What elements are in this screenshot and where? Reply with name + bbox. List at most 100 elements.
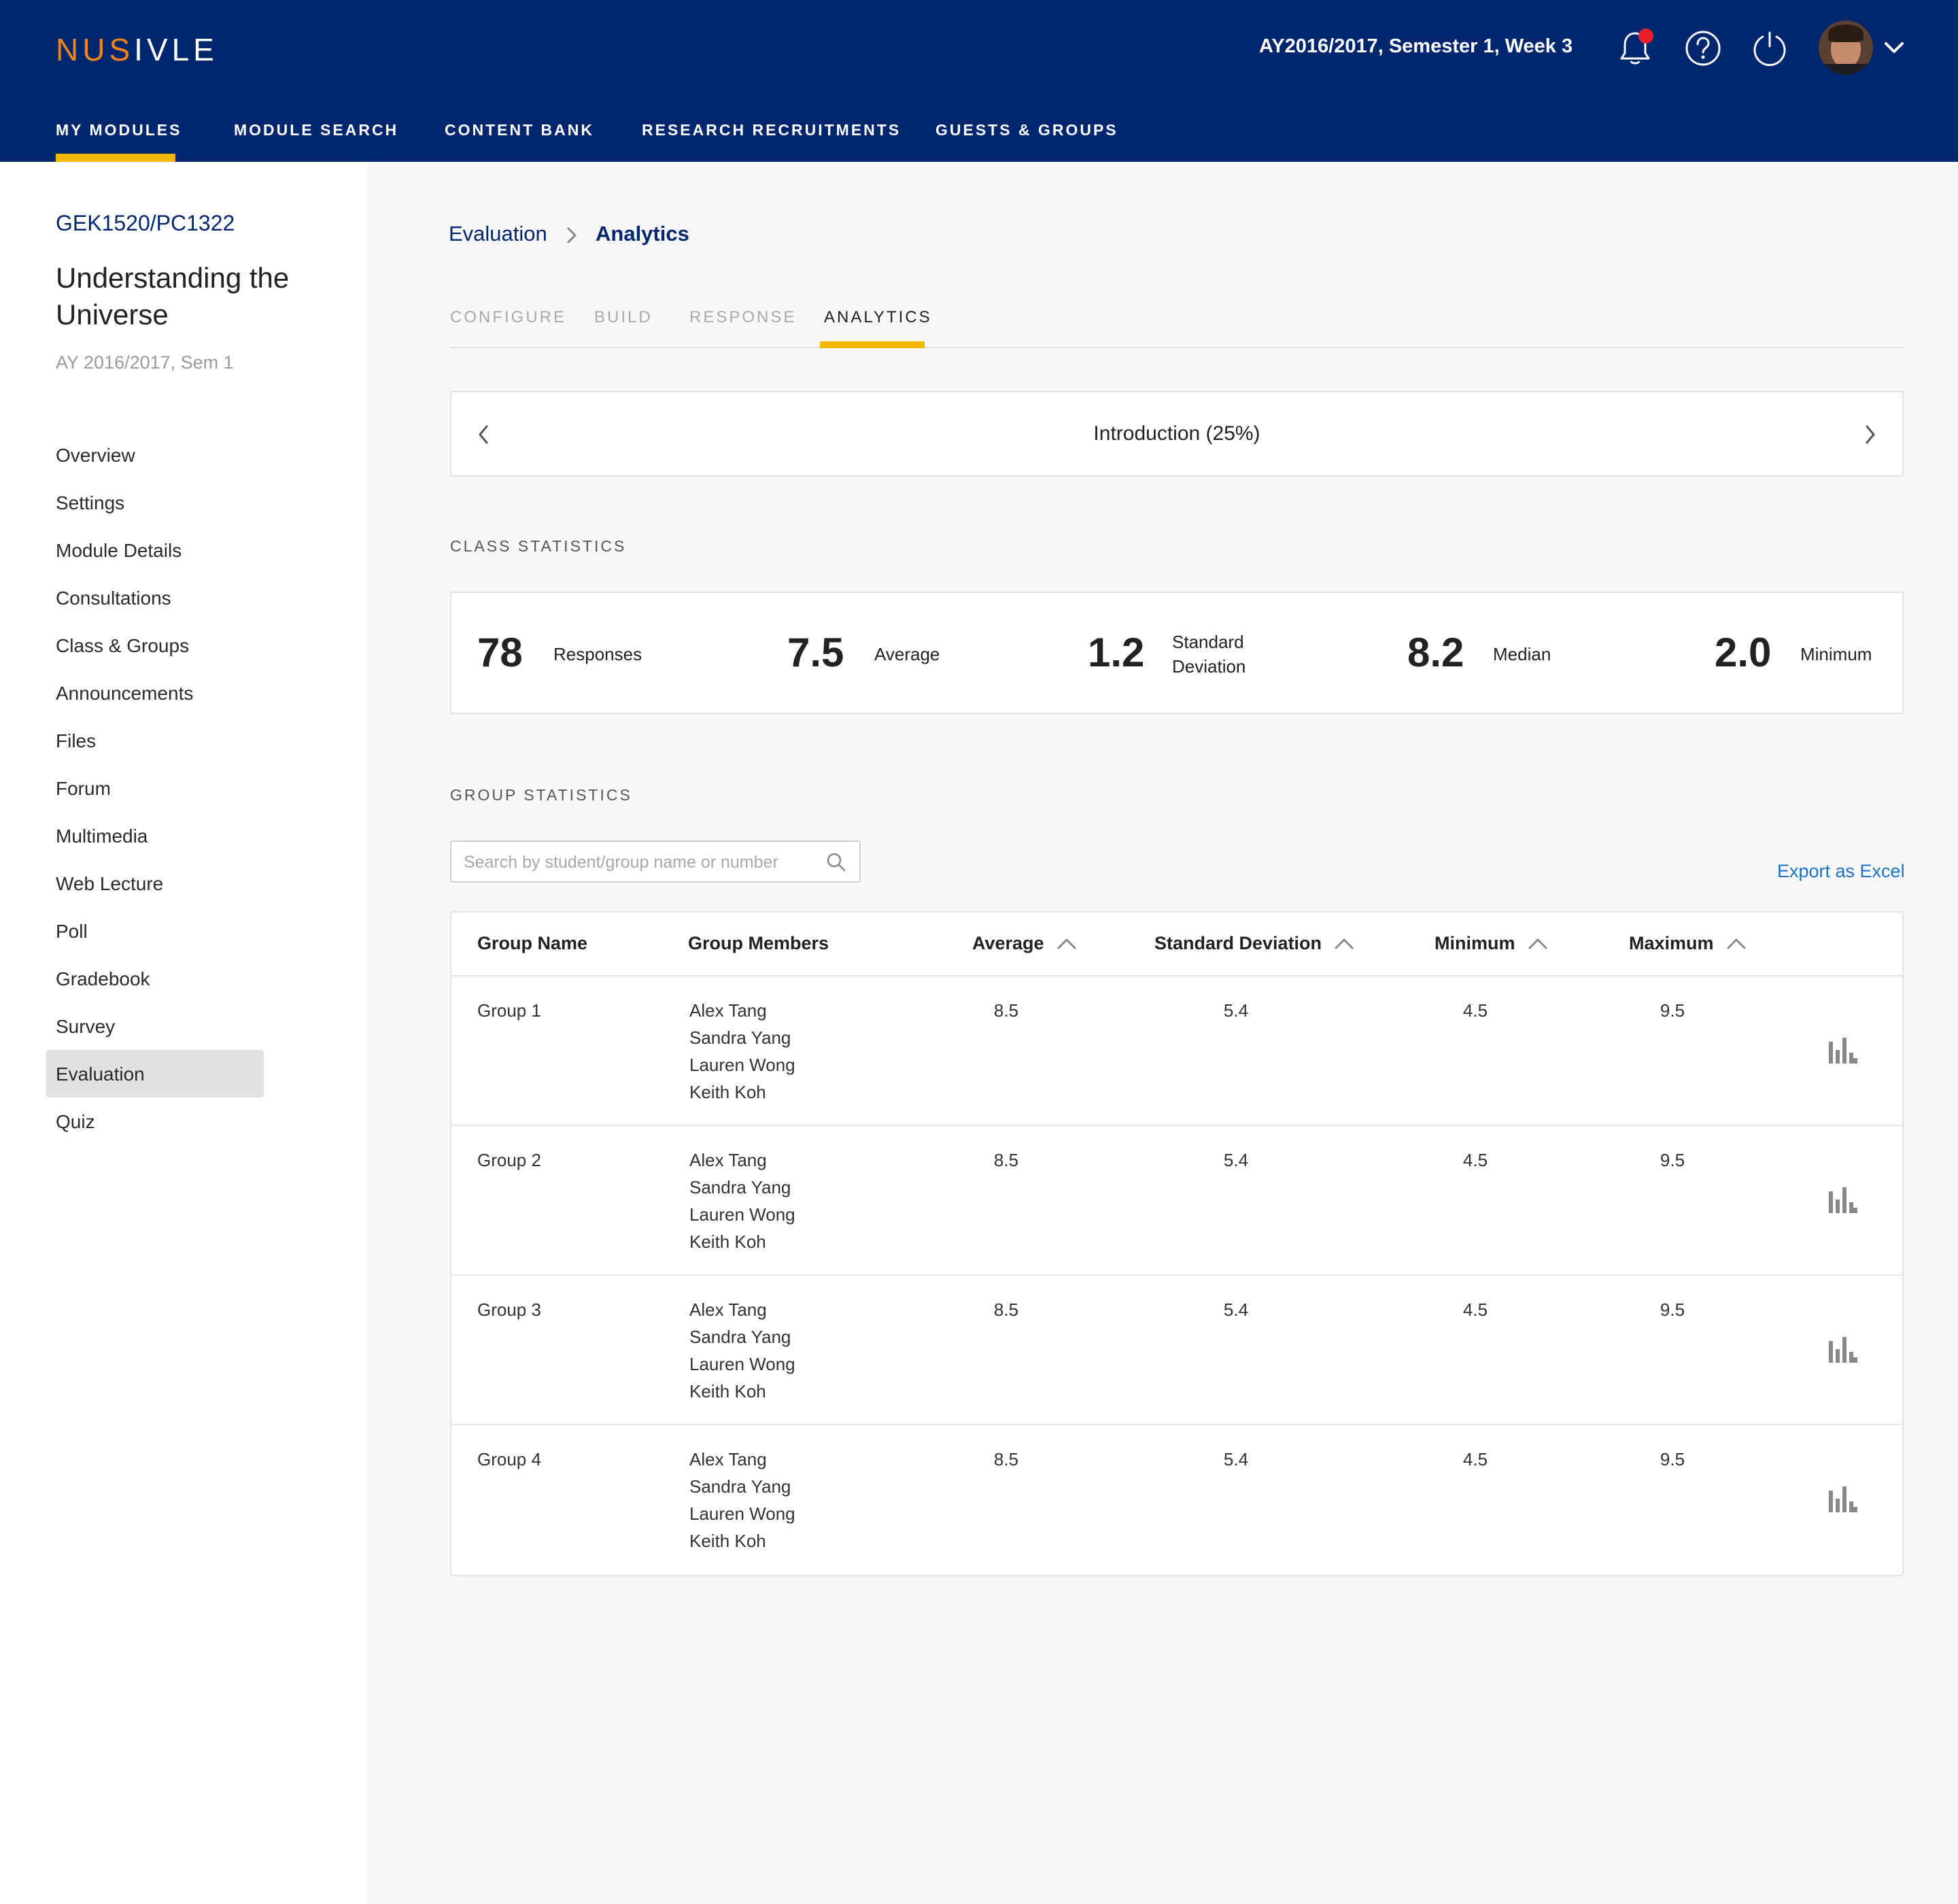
- column-minimum[interactable]: Minimum: [1435, 933, 1548, 954]
- column-standard-deviation-label: Standard Deviation: [1154, 933, 1322, 953]
- logo-ivle: IVLE: [134, 32, 218, 67]
- account-menu-toggle[interactable]: [1883, 37, 1905, 62]
- section-title: Introduction (25%): [1093, 422, 1260, 445]
- chevron-down-icon: [1885, 42, 1904, 53]
- group-search: [450, 840, 861, 883]
- tab-response[interactable]: RESPONSE: [689, 308, 796, 327]
- logout-button[interactable]: [1746, 24, 1793, 72]
- sidebar-item-forum[interactable]: Forum: [56, 778, 111, 800]
- logo-nus: NUS: [56, 32, 135, 67]
- column-average[interactable]: Average: [972, 933, 1077, 954]
- group-std: 5.4: [1223, 1299, 1249, 1320]
- member-name: Lauren Wong: [689, 1354, 795, 1374]
- bar-chart-icon: [1829, 1486, 1857, 1512]
- group-min: 4.5: [1462, 1449, 1488, 1469]
- power-icon: [1753, 31, 1786, 67]
- term-label: AY2016/2017, Semester 1, Week 3: [1259, 35, 1573, 57]
- avatar[interactable]: [1819, 20, 1873, 75]
- tabs-divider: [450, 347, 1904, 348]
- member-name: Alex Tang: [689, 1449, 767, 1469]
- stat-minimum-label: Minimum: [1800, 644, 1872, 664]
- sidebar-item-module-details[interactable]: Module Details: [56, 540, 182, 562]
- group-statistics-table: Group Name Group Members Average Standar…: [450, 911, 1904, 1576]
- column-group-members-label: Group Members: [688, 933, 829, 953]
- tab-configure[interactable]: CONFIGURE: [450, 308, 566, 327]
- class-statistics-heading: CLASS STATISTICS: [450, 537, 627, 555]
- bar-chart-icon: [1829, 1038, 1857, 1064]
- avatar-shirt: [1819, 64, 1873, 75]
- column-maximum[interactable]: Maximum: [1629, 933, 1747, 954]
- column-average-label: Average: [972, 933, 1044, 953]
- group-search-input[interactable]: [464, 850, 817, 874]
- nav-my-modules[interactable]: MY MODULES: [56, 121, 182, 139]
- nav-guests-groups[interactable]: GUESTS & GROUPS: [935, 121, 1118, 139]
- module-semester: AY 2016/2017, Sem 1: [56, 352, 234, 373]
- sidebar-item-consultations[interactable]: Consultations: [56, 588, 171, 609]
- group-statistics-heading: GROUP STATISTICS: [450, 786, 632, 804]
- stat-minimum-value: 2.0: [1715, 630, 1772, 675]
- view-chart-button[interactable]: [1827, 1486, 1857, 1517]
- member-name: Keith Koh: [689, 1082, 766, 1102]
- group-average: 8.5: [993, 1449, 1019, 1469]
- stat-responses-value: 78: [477, 630, 523, 675]
- search-icon[interactable]: [825, 851, 847, 877]
- sidebar-item-class-groups[interactable]: Class & Groups: [56, 635, 189, 657]
- tab-analytics[interactable]: ANALYTICS: [824, 308, 932, 327]
- notifications-button[interactable]: [1611, 24, 1659, 72]
- sort-asc-icon: [1727, 938, 1746, 949]
- sidebar-item-evaluation[interactable]: Evaluation: [56, 1064, 145, 1085]
- chevron-right-icon: [1866, 425, 1875, 444]
- member-name: Sandra Yang: [689, 1177, 791, 1197]
- nav-research-recruitments[interactable]: RESEARCH RECRUITMENTS: [642, 121, 901, 139]
- group-std: 5.4: [1223, 1449, 1249, 1469]
- export-excel-link[interactable]: Export as Excel: [1777, 861, 1905, 882]
- group-std: 5.4: [1223, 1150, 1249, 1170]
- chevron-right-icon: [567, 227, 577, 243]
- column-group-name-label: Group Name: [477, 933, 588, 953]
- sidebar-item-files[interactable]: Files: [56, 730, 96, 752]
- nav-content-bank[interactable]: CONTENT BANK: [445, 121, 594, 139]
- member-name: Sandra Yang: [689, 1327, 791, 1347]
- group-members: Alex Tang Sandra Yang Lauren Wong Keith …: [689, 997, 795, 1106]
- column-group-members: Group Members: [688, 933, 829, 954]
- sidebar-item-poll[interactable]: Poll: [56, 921, 88, 942]
- column-standard-deviation[interactable]: Standard Deviation: [1154, 933, 1354, 954]
- group-name: Group 4: [477, 1449, 541, 1469]
- member-name: Alex Tang: [689, 1000, 767, 1021]
- group-min: 4.5: [1462, 1000, 1488, 1021]
- sidebar-item-settings[interactable]: Settings: [56, 492, 124, 514]
- sidebar-item-quiz[interactable]: Quiz: [56, 1111, 95, 1133]
- breadcrumb-separator: [563, 222, 582, 252]
- notification-badge: [1638, 29, 1653, 44]
- sidebar-item-overview[interactable]: Overview: [56, 445, 135, 466]
- sidebar-item-multimedia[interactable]: Multimedia: [56, 826, 148, 847]
- help-button[interactable]: [1679, 24, 1727, 72]
- table-row: Group 1 Alex Tang Sandra Yang Lauren Won…: [451, 976, 1902, 1126]
- group-std: 5.4: [1223, 1000, 1249, 1021]
- top-bar: NUSIVLE AY2016/2017, Semester 1, Week 3: [0, 0, 1958, 162]
- module-code[interactable]: GEK1520/PC1322: [56, 211, 235, 236]
- member-name: Keith Koh: [689, 1231, 766, 1252]
- nav-module-search[interactable]: MODULE SEARCH: [234, 121, 398, 139]
- class-statistics-card: 78 Responses 7.5 Average 1.2 Standard De…: [450, 592, 1904, 714]
- view-chart-button[interactable]: [1827, 1337, 1857, 1367]
- group-members: Alex Tang Sandra Yang Lauren Wong Keith …: [689, 1296, 795, 1405]
- view-chart-button[interactable]: [1827, 1187, 1857, 1218]
- sort-asc-icon: [1528, 938, 1547, 949]
- next-section-button[interactable]: [1860, 422, 1879, 450]
- sidebar-item-web-lecture[interactable]: Web Lecture: [56, 873, 163, 895]
- breadcrumb-evaluation[interactable]: Evaluation: [449, 222, 547, 246]
- logo[interactable]: NUSIVLE: [56, 31, 218, 68]
- stat-average-value: 7.5: [787, 630, 844, 675]
- member-name: Alex Tang: [689, 1150, 767, 1170]
- sidebar-item-survey[interactable]: Survey: [56, 1016, 115, 1038]
- group-name: Group 1: [477, 1000, 541, 1021]
- sidebar-item-gradebook[interactable]: Gradebook: [56, 968, 150, 990]
- stat-std-label-line2: Deviation: [1172, 656, 1246, 677]
- tab-build[interactable]: BUILD: [594, 308, 653, 327]
- member-name: Lauren Wong: [689, 1503, 795, 1524]
- sidebar-item-announcements[interactable]: Announcements: [56, 683, 193, 704]
- view-chart-button[interactable]: [1827, 1038, 1857, 1068]
- group-max: 9.5: [1660, 1150, 1685, 1170]
- stat-median-label: Median: [1493, 644, 1551, 664]
